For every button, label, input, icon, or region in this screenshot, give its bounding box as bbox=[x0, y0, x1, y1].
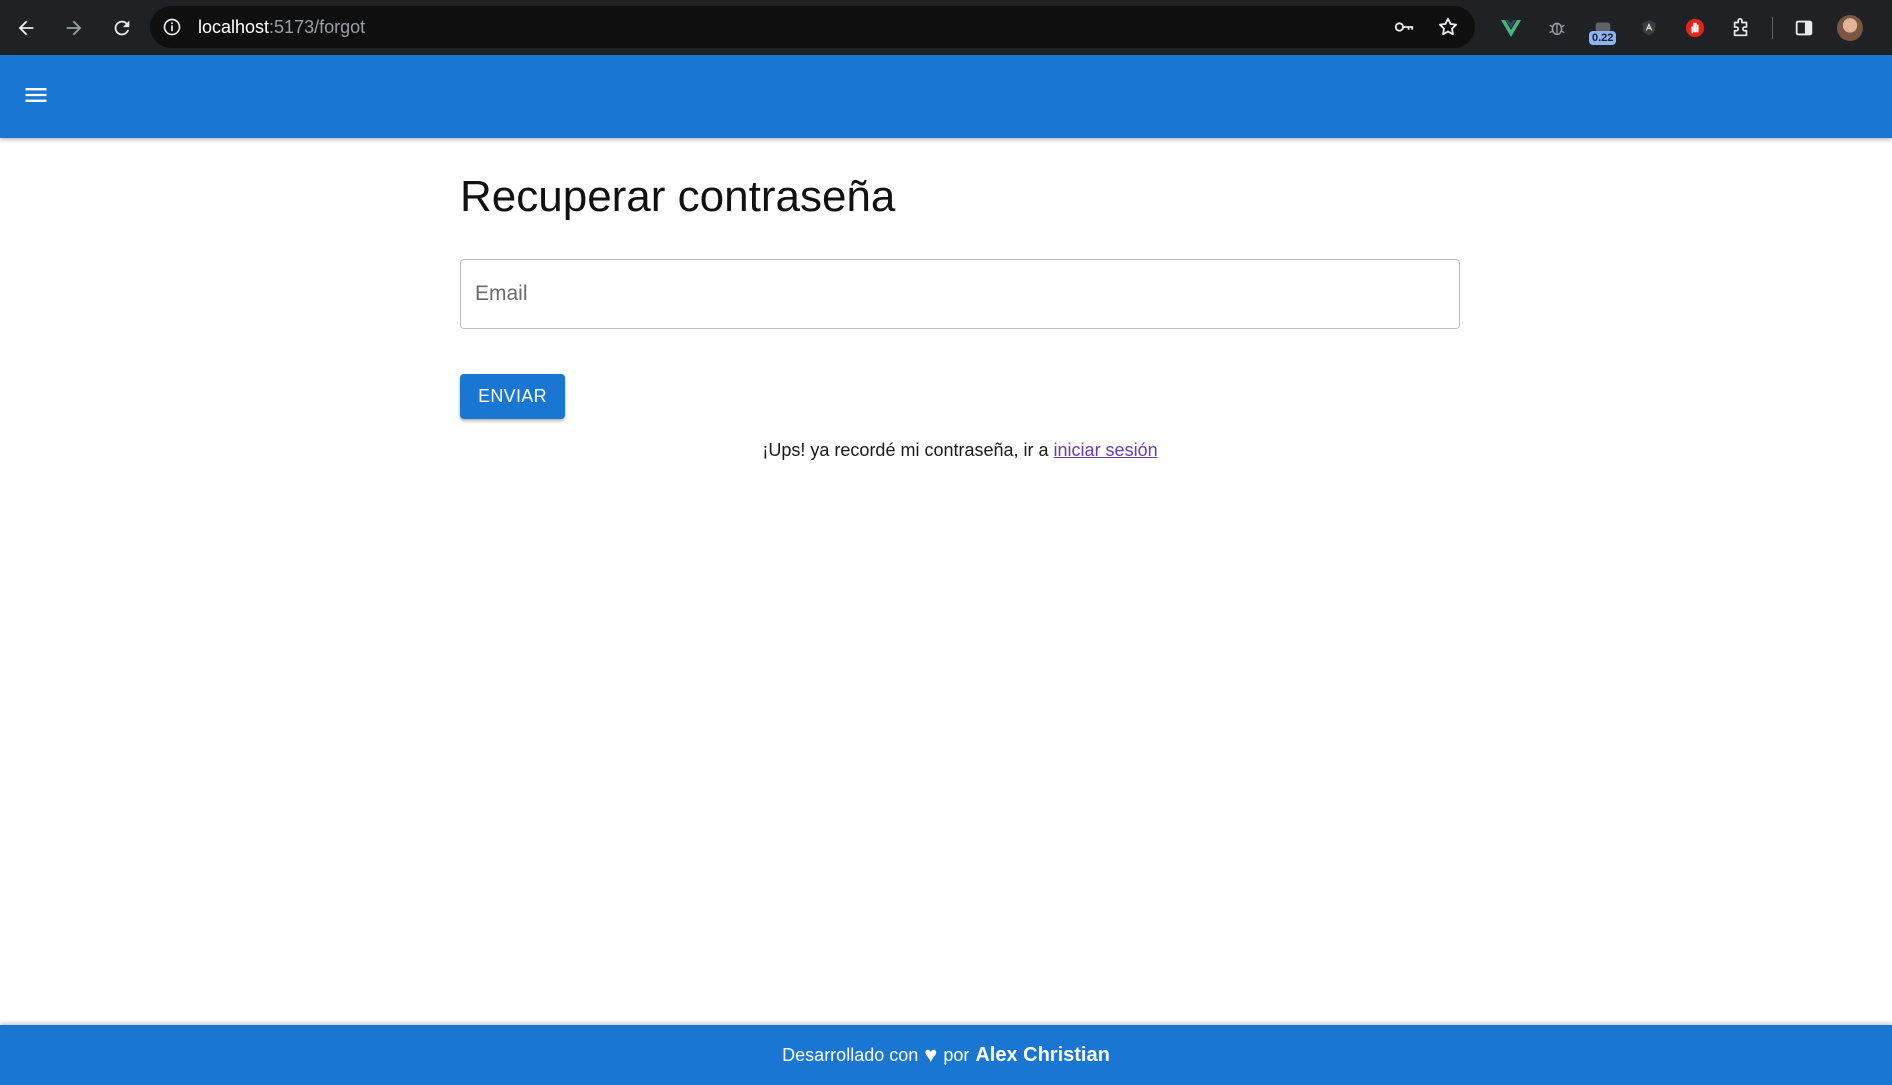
url-host: localhost bbox=[198, 16, 270, 37]
bug-icon[interactable] bbox=[1534, 0, 1580, 55]
footer-middle: por bbox=[943, 1044, 970, 1065]
footer: Desarrollado con ♥ por Alex Christian bbox=[0, 1025, 1892, 1085]
forward-button[interactable] bbox=[52, 6, 96, 50]
browser-toolbar: localhost:5173/forgot 0.22 bbox=[0, 0, 1892, 55]
reload-icon bbox=[114, 20, 130, 35]
login-link[interactable]: iniciar sesión bbox=[1054, 440, 1158, 460]
app-header bbox=[0, 55, 1892, 138]
footer-prefix: Desarrollado con bbox=[782, 1044, 919, 1065]
arrow-left-icon bbox=[18, 20, 34, 35]
vue-devtools-icon[interactable] bbox=[1488, 0, 1534, 55]
footer-author: Alex Christian bbox=[975, 1043, 1110, 1066]
key-icon[interactable] bbox=[1391, 14, 1417, 40]
toolbar-separator bbox=[1772, 16, 1773, 39]
url-text: localhost:5173/forgot bbox=[198, 17, 365, 38]
angular-icon[interactable] bbox=[1626, 0, 1672, 55]
arrow-right-icon bbox=[66, 20, 82, 35]
extensions-bar: 0.22 bbox=[1488, 0, 1873, 55]
hint-text: ¡Ups! ya recordé mi contraseña, ir a bbox=[762, 440, 1049, 460]
profile-avatar[interactable] bbox=[1827, 0, 1873, 55]
extension-badge-count: 0.22 bbox=[1589, 31, 1617, 45]
extension-badge-icon[interactable]: 0.22 bbox=[1580, 0, 1626, 55]
site-info-icon[interactable] bbox=[160, 15, 184, 39]
heart-icon: ♥ bbox=[924, 1042, 938, 1067]
login-hint: ¡Ups! ya recordé mi contraseña, ir a ini… bbox=[460, 440, 1460, 461]
email-field[interactable] bbox=[460, 259, 1460, 329]
hamburger-menu-icon bbox=[25, 88, 47, 102]
back-button[interactable] bbox=[4, 6, 48, 50]
url-path: :5173/forgot bbox=[269, 16, 366, 37]
star-icon[interactable] bbox=[1435, 14, 1461, 40]
reload-button[interactable] bbox=[100, 6, 144, 50]
page-title: Recuperar contraseña bbox=[460, 172, 896, 221]
address-bar[interactable]: localhost:5173/forgot bbox=[150, 6, 1475, 48]
menu-button[interactable] bbox=[16, 75, 56, 115]
send-button[interactable]: ENVIAR bbox=[460, 374, 565, 419]
puzzle-icon[interactable] bbox=[1718, 0, 1764, 55]
side-panel-icon[interactable] bbox=[1781, 0, 1827, 55]
avatar-icon bbox=[1837, 14, 1863, 41]
hand-stop-icon[interactable] bbox=[1672, 0, 1718, 55]
